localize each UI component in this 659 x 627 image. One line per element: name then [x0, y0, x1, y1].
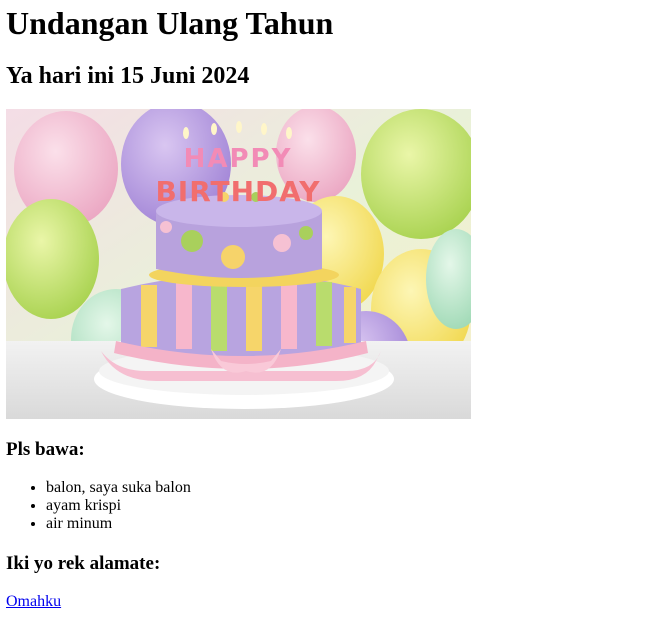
address-heading: Iki yo rek alamate:: [6, 553, 161, 574]
bring-list: balon, saya suka balon ayam krispi air m…: [6, 479, 653, 533]
address-paragraph: Omahku: [6, 593, 653, 611]
page-subtitle: Ya hari ini 15 Juni 2024: [6, 63, 250, 89]
svg-text:HAPPY: HAPPY: [184, 144, 293, 174]
bring-heading: Pls bawa:: [6, 439, 85, 460]
list-item: air minum: [46, 515, 653, 533]
page: Undangan Ulang Tahun Ya hari ini 15 Juni…: [0, 0, 659, 627]
address-link[interactable]: Omahku: [6, 593, 61, 610]
birthday-cake-image: HAPPY BIRTHDAY: [6, 109, 471, 419]
list-item: ayam krispi: [46, 497, 653, 515]
svg-text:BIRTHDAY: BIRTHDAY: [155, 175, 320, 208]
page-title: Undangan Ulang Tahun: [6, 5, 334, 41]
list-item: balon, saya suka balon: [46, 479, 653, 497]
